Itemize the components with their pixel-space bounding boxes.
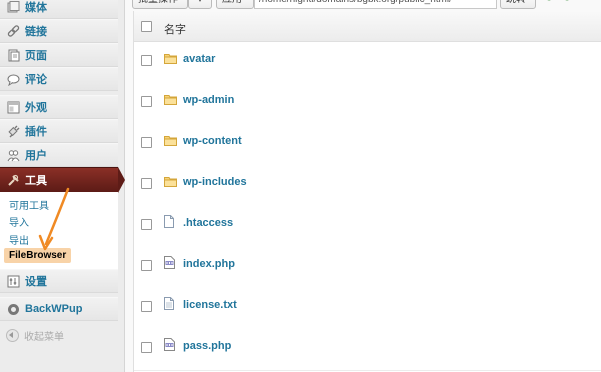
bulk-action-dropdown[interactable]: ▾ [188, 0, 212, 9]
file-name-link[interactable]: wp-admin [183, 94, 234, 106]
table-row: pass.php [134, 329, 601, 371]
row-checkbox[interactable] [141, 260, 152, 271]
sidebar-item-label: 链接 [25, 26, 47, 38]
php-file-icon [164, 256, 175, 272]
sidebar-item-appearance[interactable]: 外观 [0, 95, 118, 119]
sidebar-item-settings[interactable]: 设置 [0, 269, 118, 293]
file-name-link[interactable]: wp-content [183, 135, 242, 147]
media-icon [6, 0, 20, 14]
row-checkbox[interactable] [141, 55, 152, 66]
sidebar-item-media[interactable]: 媒体 [0, 0, 118, 19]
file-name-link[interactable]: .htaccess [183, 217, 233, 229]
table-row: license.txt [134, 288, 601, 330]
refresh-icon[interactable]: ⟲ [544, 0, 552, 4]
file-list-table: 名字 avatar wp-admin wp-content wp-include… [133, 11, 601, 372]
tools-icon [6, 173, 20, 187]
sidebar-item-label: BackWPup [25, 303, 83, 315]
file-name-link[interactable]: license.txt [183, 299, 237, 311]
page-icon [6, 48, 20, 62]
sidebar-item-backwpup[interactable]: BackWPup [0, 297, 118, 321]
row-checkbox[interactable] [141, 219, 152, 230]
chevron-down-icon: ▾ [189, 0, 211, 8]
file-name-link[interactable]: wp-includes [183, 176, 247, 188]
row-checkbox[interactable] [141, 342, 152, 353]
go-button[interactable]: 跳转 [500, 0, 536, 9]
column-header-name[interactable]: 名字 [164, 21, 186, 37]
users-icon [6, 148, 20, 162]
folder-icon [164, 94, 177, 108]
sidebar-item-links[interactable]: 链接 [0, 19, 118, 43]
submenu-item-export[interactable]: 导出 [9, 232, 29, 247]
php-file-icon [164, 338, 175, 354]
file-name-link[interactable]: index.php [183, 258, 235, 270]
row-checkbox[interactable] [141, 178, 152, 189]
plugin-icon [6, 124, 20, 138]
sidebar-item-tools[interactable]: 工具 [0, 167, 118, 193]
file-toolbar: 批量操作 ▾ 应用 /home/nightl/domains/bgbk.org/… [130, 0, 601, 9]
up-icon[interactable]: ⟲ [562, 0, 570, 4]
appearance-icon [6, 100, 20, 114]
active-menu-pointer [118, 167, 125, 193]
file-name-link[interactable]: avatar [183, 53, 215, 65]
row-checkbox[interactable] [141, 137, 152, 148]
row-checkbox[interactable] [141, 96, 152, 107]
folder-icon [164, 53, 177, 67]
table-header: 名字 [134, 11, 601, 42]
text-file-icon [164, 297, 174, 313]
table-row: wp-admin [134, 83, 601, 125]
sidebar-item-label: 工具 [25, 175, 47, 187]
settings-icon [6, 274, 20, 288]
row-checkbox[interactable] [141, 301, 152, 312]
sidebar-item-label: 页面 [25, 50, 47, 62]
admin-sidebar: 媒体 链接 页面 评论 外观 插件 用户 工具 可用工具 导入 导出 FileB… [0, 0, 125, 372]
sidebar-item-label: 媒体 [25, 2, 47, 14]
apply-button[interactable]: 应用 [216, 0, 254, 9]
sidebar-item-users[interactable]: 用户 [0, 143, 118, 167]
folder-icon [164, 176, 177, 190]
table-row: index.php [134, 247, 601, 289]
sidebar-item-label: 外观 [25, 102, 47, 114]
sidebar-item-label: 评论 [25, 74, 47, 86]
bulk-action-select[interactable]: 批量操作 [132, 0, 188, 9]
collapse-menu-label: 收起菜单 [24, 332, 64, 343]
sidebar-item-label: 设置 [25, 276, 47, 288]
comment-icon [6, 72, 20, 86]
sidebar-item-comments[interactable]: 评论 [0, 67, 118, 91]
submenu-item-import[interactable]: 导入 [9, 214, 29, 229]
submenu-item-available-tools[interactable]: 可用工具 [9, 197, 49, 212]
sidebar-item-label: 插件 [25, 126, 47, 138]
collapse-arrow-icon [6, 329, 19, 342]
table-row: .htaccess [134, 206, 601, 248]
table-row: avatar [134, 42, 601, 84]
path-input[interactable]: /home/nightl/domains/bgbk.org/public_htm… [254, 0, 497, 9]
submenu-item-filebrowser[interactable]: FileBrowser [4, 248, 72, 263]
table-row: wp-includes [134, 165, 601, 207]
folder-icon [164, 135, 177, 149]
sidebar-item-pages[interactable]: 页面 [0, 43, 118, 67]
link-icon [6, 24, 20, 38]
select-all-checkbox[interactable] [141, 21, 152, 32]
file-icon [164, 215, 174, 231]
collapse-menu[interactable]: 收起菜单 [6, 328, 64, 343]
backwpup-icon [6, 302, 20, 316]
sidebar-item-plugins[interactable]: 插件 [0, 119, 118, 143]
tools-submenu: 可用工具 导入 导出 FileBrowser [0, 192, 118, 271]
table-row: wp-content [134, 124, 601, 166]
file-name-link[interactable]: pass.php [183, 340, 231, 352]
sidebar-item-label: 用户 [25, 150, 47, 162]
